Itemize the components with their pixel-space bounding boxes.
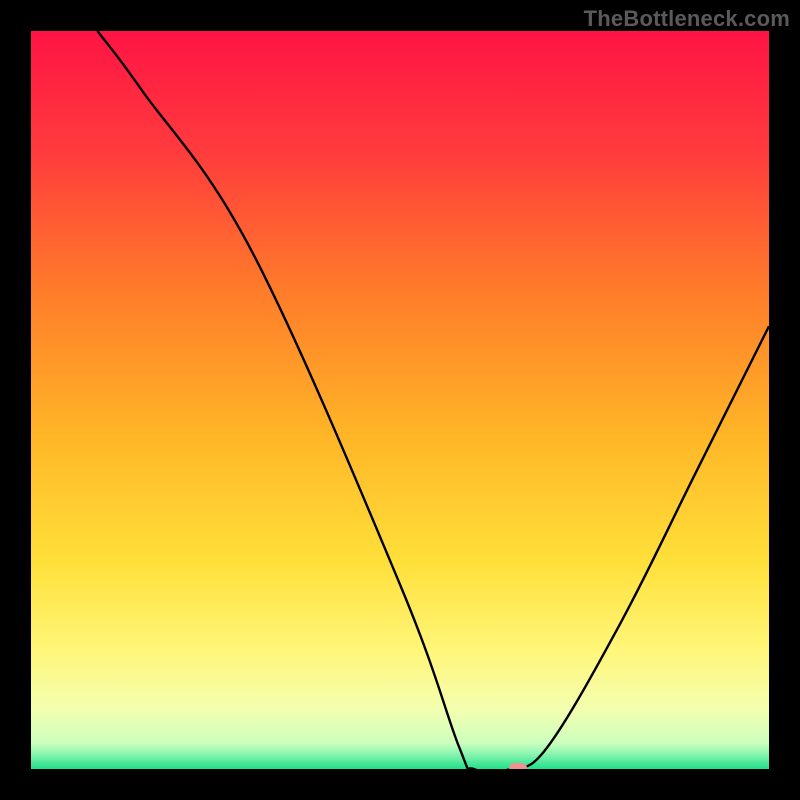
optimal-marker (509, 763, 527, 769)
watermark-text: TheBottleneck.com (584, 6, 790, 32)
bottleneck-chart (31, 31, 769, 769)
gradient-background (31, 31, 769, 769)
plot-area (31, 31, 769, 769)
chart-frame: TheBottleneck.com (0, 0, 800, 800)
